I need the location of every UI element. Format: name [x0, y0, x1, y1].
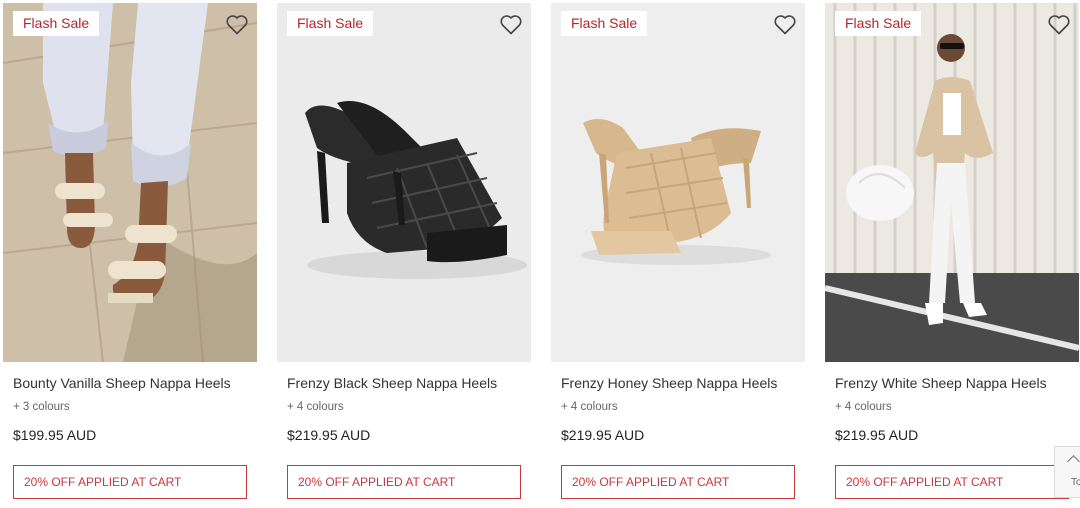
- flash-sale-badge: Flash Sale: [13, 11, 100, 36]
- flash-sale-badge: Flash Sale: [287, 11, 374, 36]
- promo-banner: 20% OFF APPLIED AT CART: [13, 465, 247, 499]
- product-colours[interactable]: + 4 colours: [287, 401, 344, 413]
- product-grid: Flash Sale Bounty Vanilla Sheep Nappa He…: [3, 3, 1080, 508]
- promo-banner: 20% OFF APPLIED AT CART: [561, 465, 795, 499]
- wishlist-heart-icon[interactable]: [225, 12, 249, 36]
- product-title[interactable]: Frenzy White Sheep Nappa Heels: [835, 375, 1047, 391]
- product-title[interactable]: Frenzy Black Sheep Nappa Heels: [287, 375, 497, 391]
- product-colours[interactable]: + 4 colours: [561, 401, 618, 413]
- product-card[interactable]: Flash Sale Frenzy Black Sheep Nappa Heel…: [277, 3, 531, 508]
- product-colours[interactable]: + 4 colours: [835, 401, 892, 413]
- wishlist-heart-icon[interactable]: [499, 12, 523, 36]
- product-title[interactable]: Bounty Vanilla Sheep Nappa Heels: [13, 375, 231, 391]
- promo-banner: 20% OFF APPLIED AT CART: [287, 465, 521, 499]
- promo-banner: 20% OFF APPLIED AT CART: [835, 465, 1069, 499]
- product-image[interactable]: Flash Sale: [551, 3, 805, 362]
- chevron-up-icon: [1067, 455, 1080, 468]
- product-price: $199.95 AUD: [13, 427, 97, 443]
- product-image[interactable]: Flash Sale: [3, 3, 257, 362]
- product-card[interactable]: Flash Sale Bounty Vanilla Sheep Nappa He…: [3, 3, 257, 508]
- product-image[interactable]: Flash Sale: [825, 3, 1079, 362]
- product-photo-vanilla-heels: [3, 3, 257, 362]
- product-image[interactable]: Flash Sale: [277, 3, 531, 362]
- flash-sale-badge: Flash Sale: [835, 11, 922, 36]
- back-to-top-button[interactable]: To: [1054, 446, 1080, 498]
- product-price: $219.95 AUD: [561, 427, 645, 443]
- product-title[interactable]: Frenzy Honey Sheep Nappa Heels: [561, 375, 777, 391]
- product-card[interactable]: Flash Sale Frenzy Honey Sheep Nappa Heel…: [551, 3, 805, 508]
- product-photo-white-heels-model: [825, 3, 1079, 362]
- wishlist-heart-icon[interactable]: [773, 12, 797, 36]
- product-photo-black-heels: [277, 3, 531, 362]
- back-to-top-label: To: [1071, 477, 1080, 488]
- product-card[interactable]: Flash Sale Frenzy White Sheep Nappa Heel…: [825, 3, 1079, 508]
- product-price: $219.95 AUD: [287, 427, 371, 443]
- product-price: $219.95 AUD: [835, 427, 919, 443]
- product-colours[interactable]: + 3 colours: [13, 401, 70, 413]
- product-photo-honey-heels: [551, 3, 805, 362]
- wishlist-heart-icon[interactable]: [1047, 12, 1071, 36]
- flash-sale-badge: Flash Sale: [561, 11, 648, 36]
